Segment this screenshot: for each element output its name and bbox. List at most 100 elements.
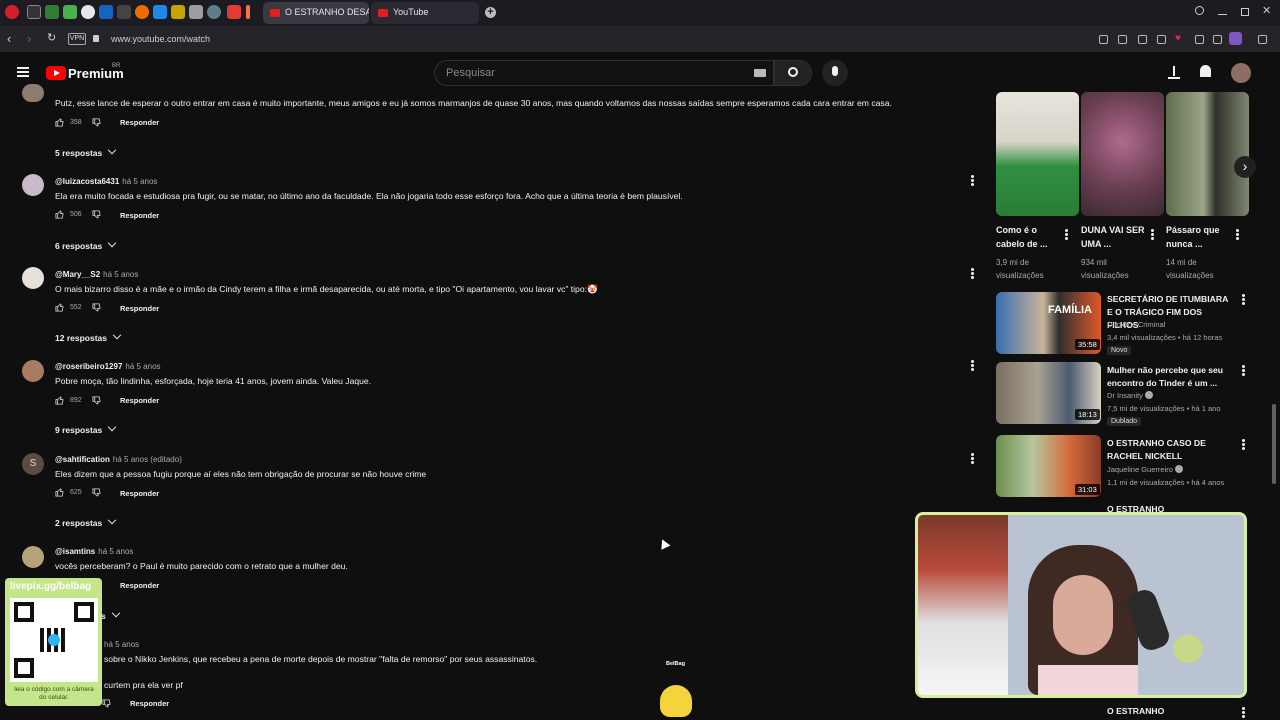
video-menu-icon[interactable] [1242,439,1245,450]
like-icon[interactable] [55,303,64,312]
opera-icon[interactable] [5,5,19,19]
comment-avatar[interactable] [22,84,44,102]
video-title[interactable]: Mulher não percebe que seu encontro do T… [1107,364,1233,390]
reply-button[interactable]: Responder [120,304,159,313]
pinned-tab-icon[interactable] [171,5,185,19]
comment-avatar[interactable] [22,360,44,382]
voice-search-button[interactable] [822,60,848,86]
video-menu-icon[interactable] [1242,365,1245,376]
comment-menu-icon[interactable] [971,268,974,279]
camera-icon[interactable] [1118,35,1127,44]
replies-toggle[interactable]: 5 respostas [55,145,117,158]
short-thumbnail[interactable] [1081,92,1164,216]
menu-lines-icon[interactable] [1213,35,1222,44]
back-icon[interactable]: ‹ [7,31,11,46]
comment-menu-icon[interactable] [971,175,974,186]
pinned-tab-icon[interactable] [117,5,131,19]
replies-toggle[interactable]: 6 respostas [55,238,117,251]
dislike-icon[interactable] [92,488,101,497]
like-icon[interactable] [55,396,64,405]
like-icon[interactable] [55,118,64,127]
search-input[interactable] [446,65,746,81]
shelf-next-button[interactable]: › [1234,156,1256,178]
profile-icon[interactable] [1229,32,1242,45]
video-menu-icon[interactable] [1242,707,1245,718]
youtube-logo-icon[interactable] [46,66,66,80]
forward-icon[interactable]: › [27,31,31,46]
player-icon[interactable] [1157,35,1166,44]
url-field[interactable]: www.youtube.com/watch [111,34,210,44]
wallet-icon[interactable] [1258,35,1267,44]
reply-button[interactable]: Responder [120,118,159,127]
pinned-tab-icon[interactable] [153,5,167,19]
page-scrollbar[interactable] [1272,404,1276,484]
comment-avatar[interactable]: S [22,453,44,475]
reload-icon[interactable]: ↻ [47,31,56,44]
video-title[interactable]: O ESTRANHO [1107,705,1233,718]
upload-icon[interactable] [1168,66,1180,79]
tab-video[interactable]: O ESTRANHO DESAPARECIMENTO [263,2,369,24]
comment-author[interactable]: @Mary__S2 há 5 anos [55,270,138,279]
dislike-icon[interactable] [92,118,101,127]
short-thumbnail[interactable] [1166,92,1249,216]
account-avatar[interactable] [1231,63,1251,83]
comment-menu-icon[interactable] [971,360,974,371]
replies-toggle[interactable]: 9 respostas [55,422,117,435]
keyboard-icon[interactable] [754,69,766,77]
hamburger-menu-icon[interactable] [17,67,29,77]
vpn-badge[interactable]: VPN [68,33,86,45]
download-icon[interactable] [1195,35,1204,44]
dislike-icon[interactable] [92,396,101,405]
pinned-tab-icon[interactable] [135,5,149,19]
short-menu-icon[interactable] [1236,229,1239,240]
short-thumbnail[interactable] [996,92,1079,216]
close-window-icon[interactable]: ✕ [1262,4,1271,17]
comment-menu-icon[interactable] [971,453,974,464]
pinned-tab-icon[interactable] [99,5,113,19]
pinned-tab-icon[interactable] [81,5,95,19]
shield-icon[interactable] [1138,35,1147,44]
comment-author[interactable]: @sahtification há 5 anos (editado) [55,455,182,464]
dislike-icon[interactable] [92,303,101,312]
pinned-tab-icon[interactable] [27,5,41,19]
short-menu-icon[interactable] [1151,229,1154,240]
video-menu-icon[interactable] [1242,294,1245,305]
dislike-icon[interactable] [102,699,111,708]
pinned-tab-icon[interactable] [189,5,203,19]
pinned-tab-icon[interactable] [207,5,221,19]
heart-icon[interactable]: ♥ [1175,33,1181,44]
like-icon[interactable] [55,210,64,219]
pinned-tab-icon[interactable] [45,5,59,19]
extension-icon[interactable] [1099,35,1108,44]
comment-author[interactable]: @luizacosta6431 há 5 anos [55,177,157,186]
video-title[interactable]: O ESTRANHO CASO DE RACHEL NICKELL [1107,437,1233,463]
reply-button[interactable]: Responder [120,396,159,405]
short-title[interactable]: Como é o cabelo de ... [996,223,1064,251]
reply-button[interactable]: Responder [120,489,159,498]
pinned-tab-icon[interactable] [63,5,77,19]
like-icon[interactable] [55,488,64,497]
comment-author[interactable]: @isamtins há 5 anos [55,547,133,556]
notifications-bell-icon[interactable] [1200,65,1211,77]
tab-youtube[interactable]: YouTube [371,2,479,24]
lock-icon[interactable] [93,35,99,42]
comment-author[interactable]: há 5 anos [101,640,139,649]
reply-button[interactable]: Responder [120,211,159,220]
comment-avatar[interactable] [22,174,44,196]
reply-button[interactable]: Responder [120,581,159,590]
search-tabs-icon[interactable] [1195,6,1204,15]
maximize-icon[interactable] [1241,8,1249,16]
replies-toggle[interactable]: s [101,608,120,621]
short-title[interactable]: DUNA VAI SER UMA ... [1081,223,1149,251]
comment-avatar[interactable] [22,267,44,289]
video-channel[interactable]: Dr Insanity [1107,391,1143,400]
replies-toggle[interactable]: 12 respostas [55,330,122,343]
reply-button[interactable]: Responder [130,699,169,708]
pinned-tab-icon[interactable] [227,5,241,19]
replies-toggle[interactable]: 2 respostas [55,515,117,528]
minimize-icon[interactable] [1218,14,1227,15]
dislike-icon[interactable] [92,210,101,219]
comment-avatar[interactable] [22,546,44,568]
new-tab-button[interactable]: + [485,7,496,18]
video-channel[interactable]: Doc Doc Criminal [1107,320,1165,329]
